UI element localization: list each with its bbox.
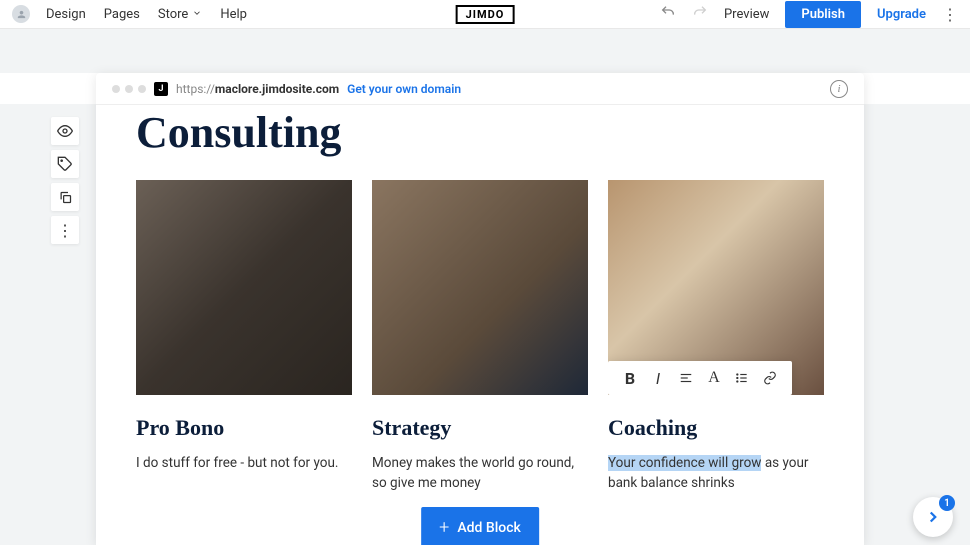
avatar[interactable] — [12, 5, 30, 23]
column-2: Strategy Money makes the world go round,… — [372, 180, 588, 494]
side-toolbar: ⋮ — [51, 117, 79, 244]
column-2-body[interactable]: Money makes the world go round, so give … — [372, 453, 588, 494]
page-content: Consulting Pro Bono I do stuff for free … — [96, 107, 864, 494]
right-actions: Preview Publish Upgrade ⋮ — [660, 1, 958, 28]
preview-button[interactable]: Preview — [724, 7, 769, 22]
url-domain: maclore.jimdosite.com — [215, 82, 339, 96]
add-block-button[interactable]: + Add Block — [421, 507, 539, 545]
top-bar: Design Pages Store Help JIMDO Preview Pu… — [0, 0, 970, 29]
logo: JIMDO — [456, 5, 515, 24]
upgrade-link[interactable]: Upgrade — [877, 7, 926, 22]
nav-design[interactable]: Design — [46, 7, 86, 22]
more-menu-icon[interactable]: ⋮ — [942, 5, 958, 24]
url-prefix: https:// — [176, 82, 215, 96]
column-1-image[interactable] — [136, 180, 352, 395]
help-fab[interactable]: 1 — [913, 497, 953, 537]
editor-canvas: J https://maclore.jimdosite.com Get your… — [96, 73, 864, 545]
notification-badge: 1 — [939, 495, 955, 511]
nav-pages[interactable]: Pages — [104, 7, 140, 22]
more-tools-icon[interactable]: ⋮ — [51, 216, 79, 244]
nav-help[interactable]: Help — [220, 7, 247, 22]
visibility-tool-icon[interactable] — [51, 117, 79, 145]
redo-icon[interactable] — [692, 4, 708, 24]
plus-icon: + — [439, 517, 449, 538]
site-url: https://maclore.jimdosite.com — [176, 82, 339, 96]
address-bar: J https://maclore.jimdosite.com Get your… — [96, 73, 864, 105]
columns: Pro Bono I do stuff for free - but not f… — [136, 180, 824, 494]
selected-text: Your confidence will grow — [608, 455, 761, 471]
column-1-heading[interactable]: Pro Bono — [136, 415, 352, 441]
column-1: Pro Bono I do stuff for free - but not f… — [136, 180, 352, 494]
nav-store-label: Store — [158, 7, 188, 22]
site-favicon: J — [154, 82, 168, 96]
traffic-lights — [112, 85, 146, 93]
column-1-body[interactable]: I do stuff for free - but not for you. — [136, 453, 352, 473]
nav-store[interactable]: Store — [158, 7, 202, 22]
get-domain-link[interactable]: Get your own domain — [347, 82, 461, 96]
column-2-heading[interactable]: Strategy — [372, 415, 588, 441]
column-3-heading[interactable]: Coaching — [608, 415, 824, 441]
tag-tool-icon[interactable] — [51, 150, 79, 178]
column-3-body[interactable]: Your confidence will grow as your bank b… — [608, 453, 824, 494]
undo-icon[interactable] — [660, 4, 676, 24]
text-format-toolbar: B I A — [608, 361, 792, 395]
column-3-image[interactable]: B I A — [608, 180, 824, 395]
page-title[interactable]: Consulting — [136, 107, 824, 158]
publish-button[interactable]: Publish — [785, 1, 861, 28]
chevron-down-icon — [192, 7, 202, 22]
add-block-label: Add Block — [457, 520, 521, 536]
column-2-image[interactable] — [372, 180, 588, 395]
info-icon[interactable]: i — [830, 80, 848, 98]
list-icon[interactable] — [728, 367, 756, 389]
bold-icon[interactable]: B — [616, 367, 644, 389]
font-icon[interactable]: A — [700, 367, 728, 389]
link-icon[interactable] — [756, 367, 784, 389]
italic-icon[interactable]: I — [644, 367, 672, 389]
copy-tool-icon[interactable] — [51, 183, 79, 211]
column-3: B I A Coaching Your confidence will grow… — [608, 180, 824, 494]
main-nav: Design Pages Store Help — [46, 7, 247, 22]
align-icon[interactable] — [672, 367, 700, 389]
